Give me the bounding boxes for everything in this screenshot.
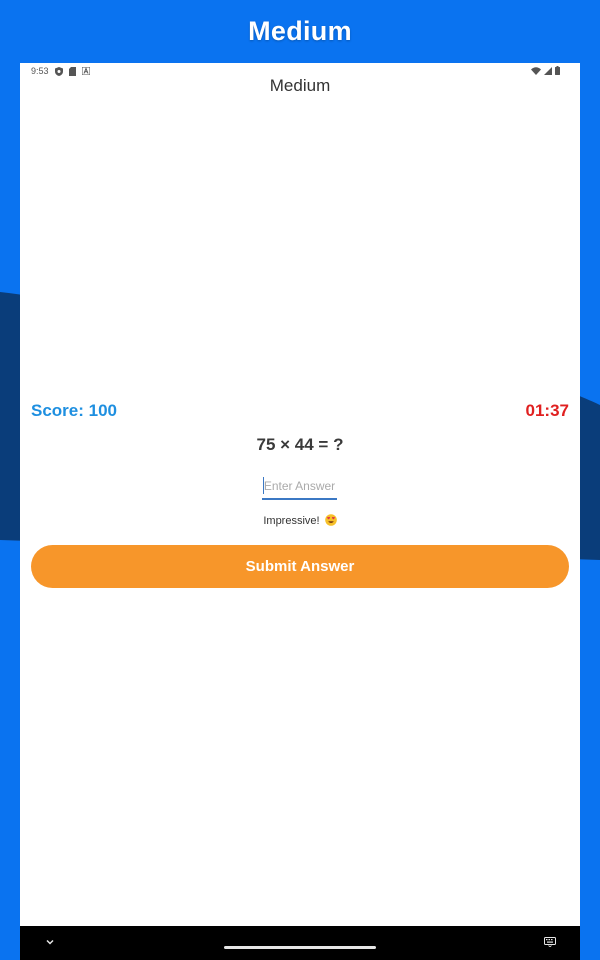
shield-icon bbox=[54, 66, 63, 76]
device-screen: 9:53 Medium Score: 100 01:37 75 × 44 = ?… bbox=[20, 63, 580, 960]
feedback-text: Impressive! bbox=[263, 515, 320, 527]
text-caret bbox=[263, 477, 264, 494]
promo-title: Medium bbox=[248, 16, 352, 46]
app-title: Medium bbox=[269, 76, 331, 95]
answer-input[interactable] bbox=[262, 476, 337, 500]
home-gesture-handle[interactable] bbox=[224, 946, 376, 949]
question-text: 75 × 44 = ? bbox=[256, 435, 344, 454]
feedback-message: Impressive! bbox=[20, 514, 580, 527]
sim-card-icon bbox=[68, 66, 76, 76]
wifi-icon bbox=[531, 66, 541, 75]
heart-eyes-emoji-icon bbox=[324, 514, 337, 526]
submit-answer-button[interactable]: Submit Answer bbox=[31, 545, 569, 588]
cell-signal-icon bbox=[544, 66, 552, 75]
score-label: Score: 100 bbox=[31, 401, 117, 420]
battery-icon bbox=[555, 66, 560, 75]
timer-label: 01:37 bbox=[525, 401, 569, 420]
navigation-bar bbox=[20, 926, 580, 960]
chevron-down-icon[interactable] bbox=[44, 936, 56, 948]
keyboard-icon[interactable] bbox=[544, 937, 556, 947]
status-time: 9:53 bbox=[31, 66, 49, 76]
font-a-icon bbox=[81, 67, 90, 75]
